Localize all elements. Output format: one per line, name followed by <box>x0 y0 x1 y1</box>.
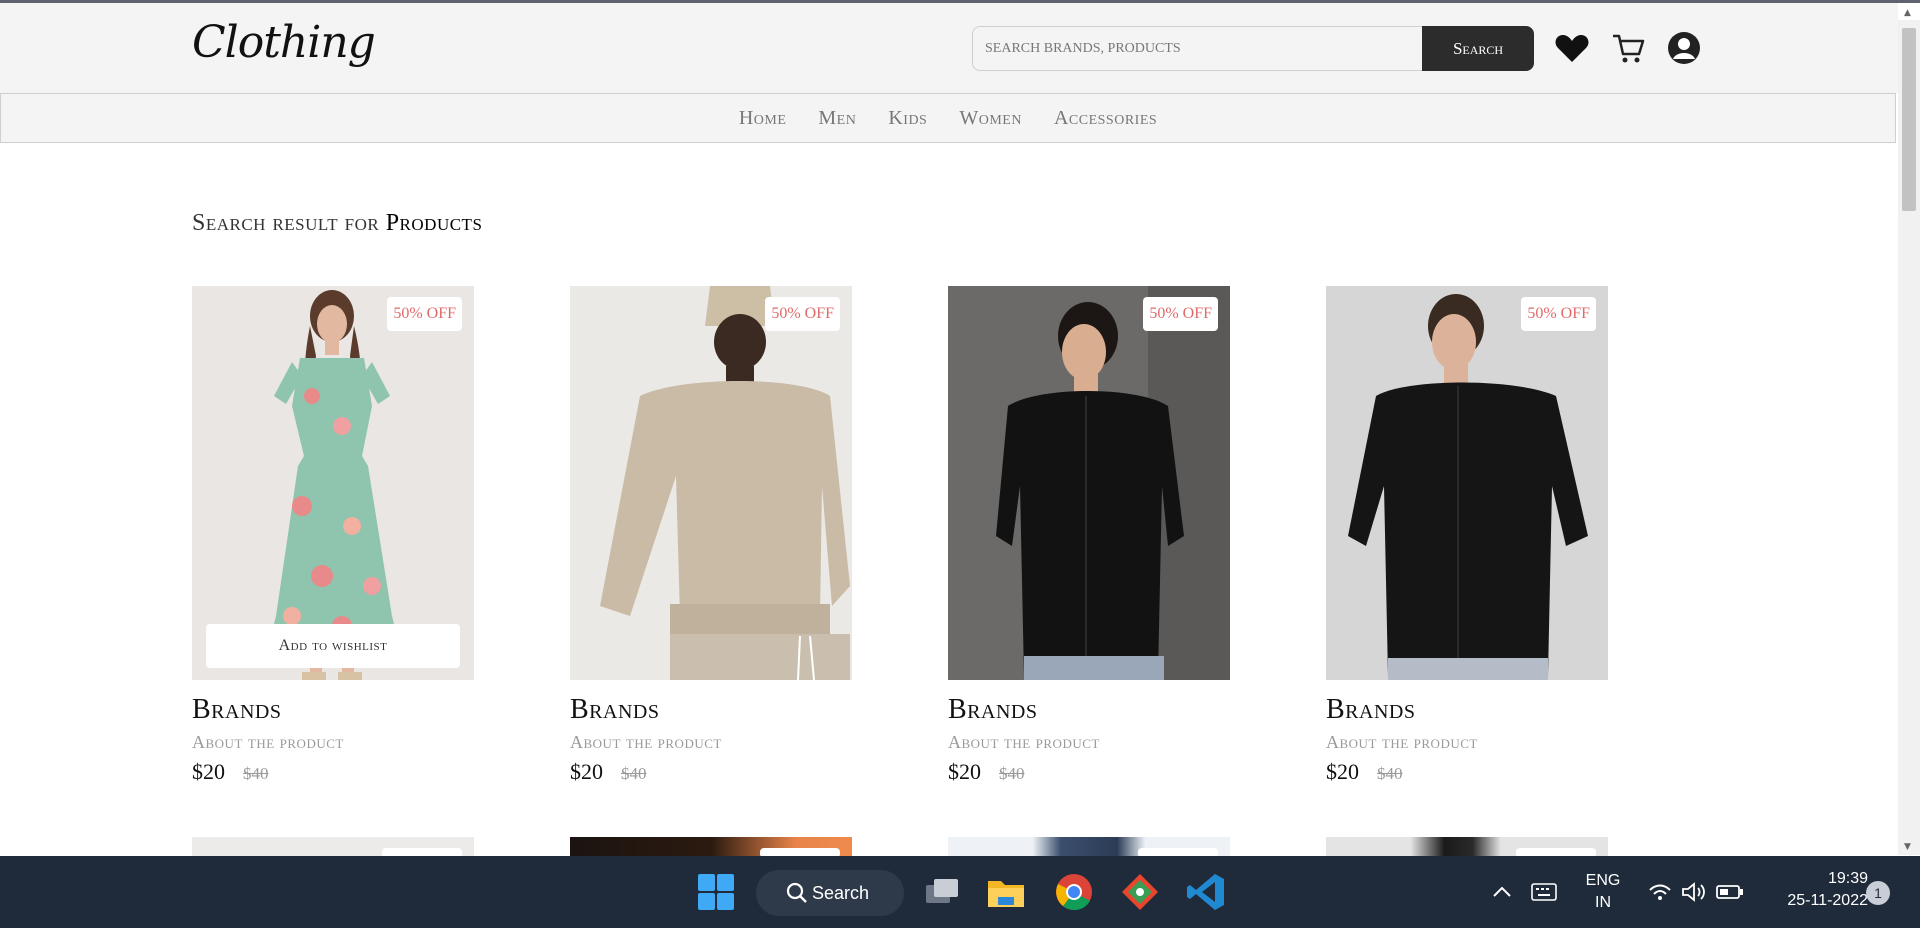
region-code: IN <box>1595 894 1611 911</box>
search-icon <box>786 882 807 903</box>
search-result-heading: Search result for Products <box>192 210 482 237</box>
scrollbar-thumb[interactable] <box>1902 28 1916 211</box>
nav-kids[interactable]: Kids <box>888 107 927 130</box>
product-description: About the product <box>948 732 1100 752</box>
search-button[interactable]: Search <box>1422 26 1534 71</box>
product-image[interactable]: 50% OFF <box>570 286 852 680</box>
keyboard-icon[interactable] <box>1522 870 1566 914</box>
system-clock[interactable]: 19:39 25-11-2022 <box>1758 868 1868 912</box>
clock-date: 25-11-2022 <box>1787 892 1868 909</box>
search-input[interactable] <box>972 26 1424 71</box>
product-card-partial[interactable] <box>192 837 474 857</box>
nav-men[interactable]: Men <box>818 107 856 130</box>
product-brand[interactable]: Brands <box>192 694 474 726</box>
nav-accessories[interactable]: Accessories <box>1054 107 1157 130</box>
user-account-icon[interactable] <box>1666 30 1702 66</box>
product-card[interactable]: 50% OFF Brands About the product $20 $40 <box>1326 286 1608 785</box>
page-scrollbar[interactable]: ▲ ▼ <box>1898 8 1920 855</box>
language-indicator[interactable]: ENG IN <box>1578 870 1628 914</box>
site-logo[interactable]: Clothing <box>192 17 376 68</box>
discount-badge: 50% OFF <box>1521 297 1596 331</box>
product-card-partial[interactable] <box>570 837 852 857</box>
git-client-icon[interactable] <box>1118 870 1162 914</box>
taskbar-search[interactable]: Search <box>756 870 904 916</box>
product-image[interactable]: 50% OFF <box>948 286 1230 680</box>
discount-badge: 50% OFF <box>1143 297 1218 331</box>
scroll-down-arrow-icon[interactable]: ▼ <box>1904 842 1911 852</box>
search-bar: Search <box>972 26 1534 71</box>
product-card[interactable]: 50% OFF Brands About the product $20 $40 <box>570 286 852 785</box>
product-price: $20 $40 <box>192 759 474 785</box>
nav-home[interactable]: Home <box>739 107 787 130</box>
chevron-up-icon[interactable] <box>1480 870 1524 914</box>
product-brand[interactable]: Brands <box>570 694 852 726</box>
chrome-icon[interactable] <box>1052 870 1096 914</box>
wishlist-heart-icon[interactable] <box>1554 30 1590 66</box>
current-price: $20 <box>570 759 603 784</box>
site-header: Clothing Search <box>0 3 1898 93</box>
current-price: $20 <box>948 759 981 784</box>
product-description: About the product <box>192 732 344 752</box>
product-brand[interactable]: Brands <box>1326 694 1608 726</box>
product-price: $20 $40 <box>1326 759 1608 785</box>
battery-icon[interactable] <box>1708 870 1752 914</box>
current-price: $20 <box>1326 759 1359 784</box>
product-image[interactable]: 50% OFF <box>1326 286 1608 680</box>
product-description: About the product <box>1326 732 1478 752</box>
windows-taskbar: Search ENG IN 19:39 25-11-2022 1 <box>0 856 1920 928</box>
product-card-partial[interactable] <box>948 837 1230 857</box>
discount-badge: 50% OFF <box>387 297 462 331</box>
file-explorer-icon[interactable] <box>984 870 1028 914</box>
current-price: $20 <box>192 759 225 784</box>
nav-women[interactable]: Women <box>959 107 1022 130</box>
add-to-wishlist-button[interactable]: Add to wishlist <box>206 624 460 668</box>
clock-time: 19:39 <box>1827 870 1868 887</box>
taskbar-search-label: Search <box>812 882 870 903</box>
product-card[interactable]: 50% OFF Brands About the product $20 $40 <box>948 286 1230 785</box>
product-price: $20 $40 <box>570 759 852 785</box>
scroll-up-arrow-icon[interactable]: ▲ <box>1904 8 1911 18</box>
product-brand[interactable]: Brands <box>948 694 1230 726</box>
product-image[interactable]: 50% OFF Add to wishlist <box>192 286 474 680</box>
original-price: $40 <box>243 764 269 783</box>
product-description: About the product <box>570 732 722 752</box>
product-card-partial[interactable] <box>1326 837 1608 857</box>
discount-badge: 50% OFF <box>765 297 840 331</box>
language-code: ENG <box>1585 872 1621 889</box>
search-result-query: Products <box>385 210 483 236</box>
notification-count-badge[interactable]: 1 <box>1866 881 1890 905</box>
original-price: $40 <box>999 764 1025 783</box>
main-nav: Home Men Kids Women Accessories <box>0 93 1896 143</box>
original-price: $40 <box>621 764 647 783</box>
task-view-icon[interactable] <box>920 870 964 914</box>
product-price: $20 $40 <box>948 759 1230 785</box>
cart-icon[interactable] <box>1610 30 1646 66</box>
windows-start-icon[interactable] <box>694 870 738 914</box>
original-price: $40 <box>1377 764 1403 783</box>
product-card[interactable]: 50% OFF Add to wishlist Brands About the… <box>192 286 474 785</box>
search-result-prefix: Search result for <box>192 210 380 236</box>
vscode-icon[interactable] <box>1184 870 1228 914</box>
